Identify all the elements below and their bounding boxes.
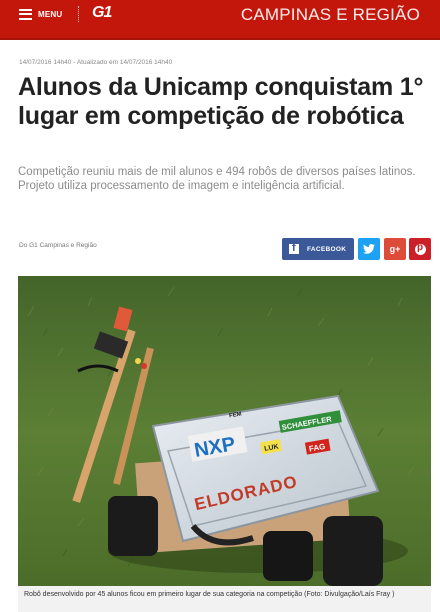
subtitle-line-2: Projeto utiliza processamento de imagem … [18,179,345,192]
subtitle-line-1: Competição reuniu mais de mil alunos e 4… [18,166,416,178]
twitter-share-button[interactable] [358,238,380,260]
menu-label: MENU [38,9,63,19]
menu-button[interactable]: MENU [19,7,62,21]
article-byline: Do G1 Campinas e Região [19,242,97,249]
pinterest-share-button[interactable] [409,238,431,260]
article-photo[interactable]: NXP SCHAEFFLER LUK FAG FEM ELDORADO [18,276,431,586]
photo-caption: Robô desenvolvido por 45 alunos ficou em… [24,591,395,598]
hamburger-icon [19,8,32,20]
article-subtitle: Competição reuniu mais de mil alunos e 4… [18,166,432,193]
facebook-icon [289,242,299,254]
section-title[interactable]: CAMPINAS E REGIÃO [241,5,420,25]
g1-logo[interactable]: G1 [92,4,112,22]
photo-caption-bar: Robô desenvolvido por 45 alunos ficou em… [18,586,431,612]
twitter-bird-icon [363,244,375,254]
robot-photo-illustration: NXP SCHAEFFLER LUK FAG FEM ELDORADO [18,276,431,586]
facebook-share-label: FACEBOOK [307,245,347,253]
pinterest-icon [414,242,426,255]
top-bar: MENU G1 CAMPINAS E REGIÃO [0,0,440,40]
article-dateline: 14/07/2016 14h40 - Atualizado em 14/07/2… [19,59,173,66]
facebook-share-button[interactable]: FACEBOOK [282,238,354,260]
article-title: Alunos da Unicamp conquistam 1° lugar em… [18,73,424,130]
g-plus-icon: g+ [389,244,401,254]
header-divider [78,6,80,22]
google-plus-share-button[interactable]: g+ [384,238,406,260]
